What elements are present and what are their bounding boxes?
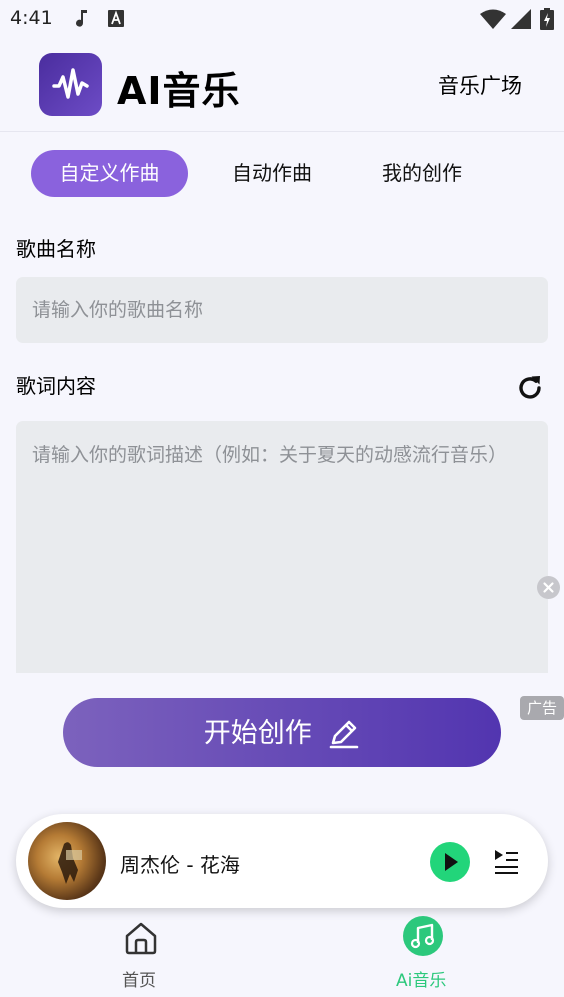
start-create-button[interactable]: 开始创作 <box>63 698 501 767</box>
now-playing-title: 周杰伦 - 花海 <box>120 853 240 877</box>
song-name-label: 歌曲名称 <box>16 237 96 261</box>
pencil-icon <box>329 720 359 748</box>
refresh-icon[interactable] <box>514 372 546 404</box>
start-create-label: 开始创作 <box>203 718 312 749</box>
app-title: AI音乐 <box>117 69 241 113</box>
app-logo <box>39 53 102 116</box>
music-note-icon <box>76 10 87 27</box>
signal-icon <box>511 9 531 29</box>
song-name-input[interactable] <box>16 277 548 343</box>
lyrics-label: 歌词内容 <box>16 374 96 398</box>
play-button[interactable] <box>430 842 470 882</box>
play-icon <box>445 853 458 871</box>
home-icon[interactable] <box>123 920 159 956</box>
nav-ai-music-label[interactable]: Ai音乐 <box>396 966 446 991</box>
album-art[interactable] <box>28 822 106 900</box>
wifi-icon <box>480 9 506 29</box>
status-time: 4:41 <box>10 7 53 29</box>
playlist-icon[interactable] <box>492 847 520 875</box>
close-ad-button[interactable] <box>537 576 560 599</box>
close-icon <box>543 582 554 593</box>
lyrics-textarea[interactable] <box>16 421 548 673</box>
waveform-icon <box>52 68 89 99</box>
nav-home-label[interactable]: 首页 <box>122 966 156 991</box>
tab-custom-compose[interactable]: 自定义作曲 <box>31 150 188 197</box>
ad-badge: 广告 <box>520 696 564 720</box>
tab-my-creations[interactable]: 我的创作 <box>360 150 484 197</box>
music-icon <box>410 923 435 949</box>
a-icon <box>108 10 124 27</box>
tab-auto-compose[interactable]: 自动作曲 <box>210 150 334 197</box>
album-figure-icon <box>58 842 82 884</box>
battery-icon <box>540 8 554 30</box>
music-plaza-link[interactable]: 音乐广场 <box>438 70 522 100</box>
nav-ai-music-button[interactable] <box>403 916 443 956</box>
status-bar: 4:41 <box>0 0 564 38</box>
